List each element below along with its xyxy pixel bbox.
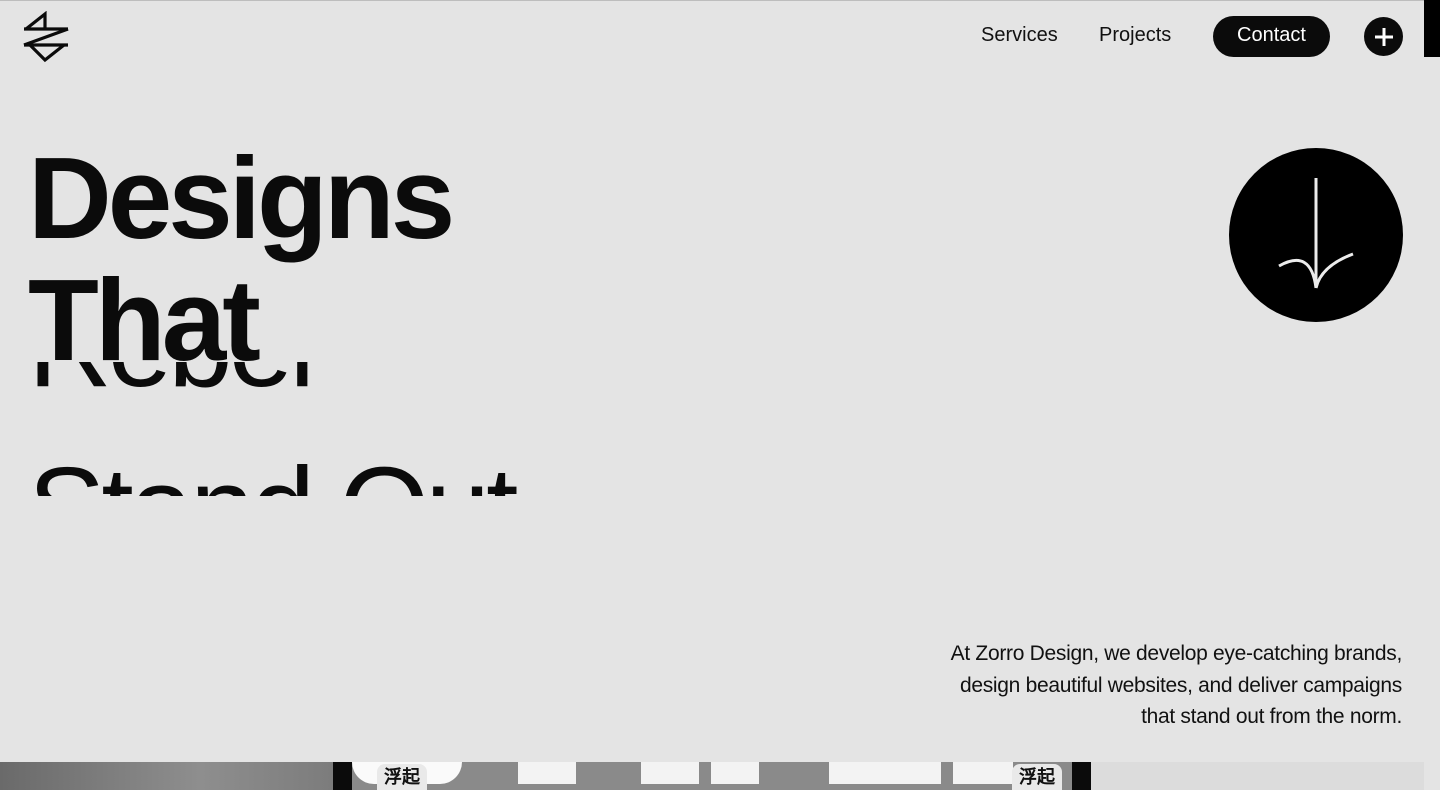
- nav-projects-link[interactable]: Projects: [1099, 24, 1171, 47]
- hero-line-rebel: Rebel: [28, 362, 315, 404]
- can-label: 浮起: [1012, 764, 1062, 790]
- project-thumbnail[interactable]: [1091, 762, 1424, 790]
- hero-line-that: That: [28, 255, 261, 385]
- arrow-down-icon: [1278, 178, 1354, 289]
- image-shape: [641, 762, 699, 784]
- hero-line-designs: Designs: [28, 133, 455, 263]
- project-image: 浮起 浮起: [352, 762, 1072, 790]
- image-shape: [829, 762, 941, 784]
- image-shape: [953, 762, 1013, 784]
- project-thumbnail[interactable]: [0, 762, 333, 790]
- menu-plus-button[interactable]: [1364, 17, 1403, 56]
- scrollbar-thumb[interactable]: [1424, 0, 1440, 57]
- can-label: 浮起: [377, 764, 427, 790]
- top-border: [0, 0, 1440, 1]
- image-shape: [711, 762, 759, 784]
- hero-rotator-clip: Rebel: [0, 362, 700, 414]
- nav-services-link[interactable]: Services: [981, 24, 1058, 47]
- zorro-logo-icon[interactable]: [20, 10, 72, 63]
- scroll-down-button[interactable]: [1229, 148, 1403, 322]
- gallery-edge: [1424, 762, 1440, 790]
- project-thumbnail[interactable]: 浮起 浮起: [333, 762, 1091, 790]
- image-shape: [518, 762, 576, 784]
- contact-button[interactable]: Contact: [1213, 16, 1330, 57]
- hero-line-stand-out: Stand Out: [28, 456, 518, 496]
- hero-rotator-clip-next: Stand Out: [0, 456, 700, 496]
- plus-icon: [1374, 27, 1393, 46]
- intro-paragraph: At Zorro Design, we develop eye-catching…: [950, 642, 1403, 728]
- project-gallery: 浮起 浮起: [0, 762, 1440, 790]
